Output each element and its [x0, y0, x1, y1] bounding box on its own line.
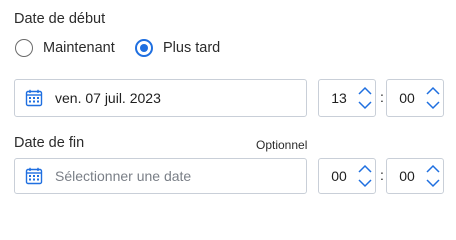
- radio-now-indicator[interactable]: [15, 39, 33, 57]
- start-hour-value: 13: [331, 90, 347, 106]
- start-minute-stepper[interactable]: 00: [386, 79, 444, 117]
- end-hour-value: 00: [331, 168, 347, 184]
- radio-now[interactable]: Maintenant: [15, 39, 115, 57]
- start-time-separator: :: [380, 89, 384, 105]
- end-date-placeholder: Sélectionner une date: [55, 168, 192, 184]
- calendar-icon[interactable]: [25, 89, 43, 107]
- chevron-up-down-icon[interactable]: [357, 163, 373, 189]
- radio-later-label: Plus tard: [163, 40, 221, 56]
- calendar-icon[interactable]: [25, 167, 43, 185]
- start-date-value: ven. 07 juil. 2023: [55, 90, 161, 106]
- radio-now-label: Maintenant: [43, 40, 115, 56]
- end-date-label: Date de fin: [14, 135, 85, 151]
- chevron-up-down-icon[interactable]: [425, 85, 441, 111]
- end-time-separator: :: [380, 167, 384, 183]
- start-date-input[interactable]: ven. 07 juil. 2023: [14, 79, 307, 117]
- end-minute-stepper[interactable]: 00: [386, 158, 444, 194]
- chevron-up-down-icon[interactable]: [357, 85, 373, 111]
- end-minute-value: 00: [399, 168, 415, 184]
- start-minute-value: 00: [399, 90, 415, 106]
- start-date-label: Date de début: [14, 11, 106, 27]
- end-date-input[interactable]: Sélectionner une date: [14, 158, 307, 194]
- radio-later-indicator[interactable]: [135, 39, 153, 57]
- chevron-up-down-icon[interactable]: [425, 163, 441, 189]
- optional-label: Optionnel: [256, 138, 308, 152]
- radio-later[interactable]: Plus tard: [135, 39, 220, 57]
- end-hour-stepper[interactable]: 00: [318, 158, 376, 194]
- start-hour-stepper[interactable]: 13: [318, 79, 376, 117]
